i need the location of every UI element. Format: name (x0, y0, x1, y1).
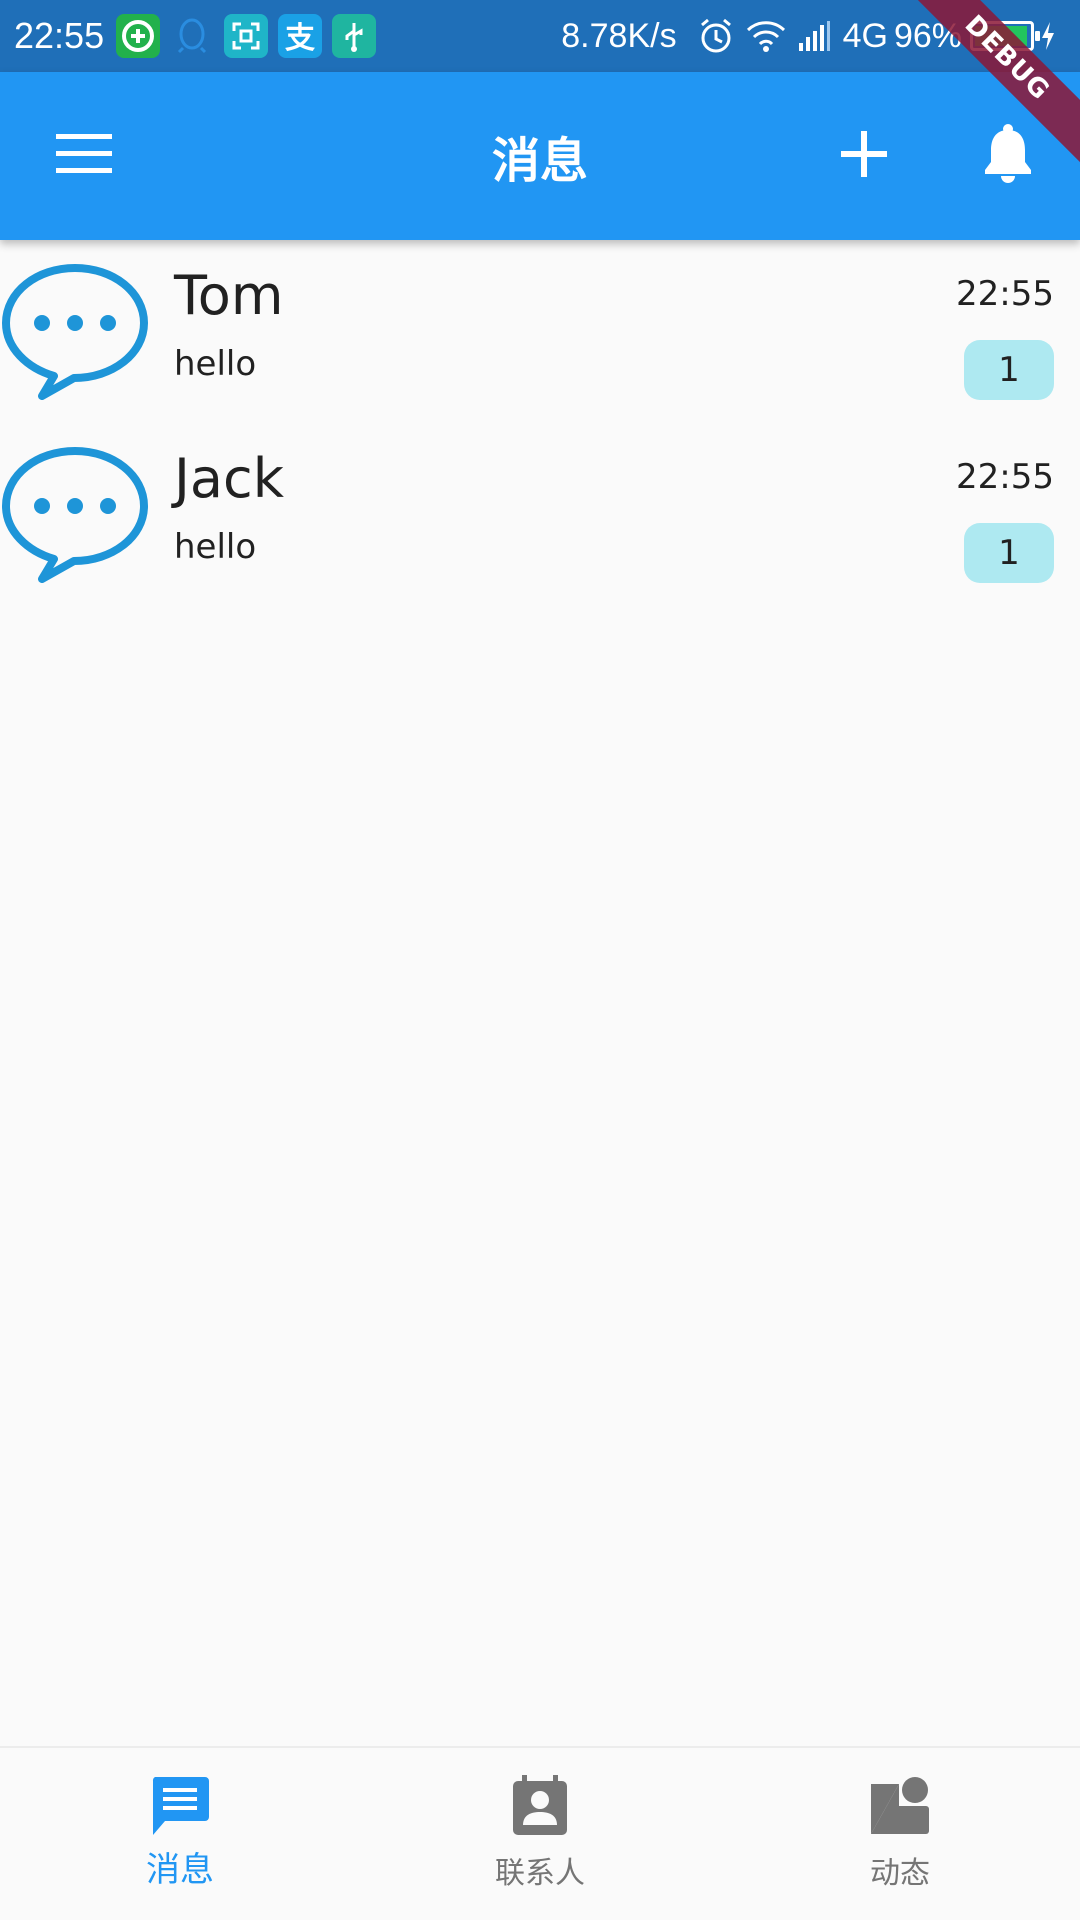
nav-item-contacts[interactable]: 联系人 (360, 1748, 720, 1920)
message-preview: hello (174, 527, 257, 567)
nav-item-messages[interactable]: 消息 (0, 1748, 360, 1920)
status-bar: 22:55 支 8.78K/s 4G 96% (0, 0, 1080, 72)
usb-icon (332, 14, 377, 58)
message-icon (148, 1774, 212, 1838)
net-speed: 8.78K/s (561, 16, 677, 55)
bottom-navigation: 消息 联系人 动态 (0, 1746, 1080, 1920)
scan-icon (224, 14, 269, 58)
bell-icon (982, 124, 1034, 188)
page-title: 消息 (491, 133, 588, 189)
alipay-icon: 支 (278, 14, 323, 58)
nav-label: 消息 (146, 1850, 214, 1890)
signal-icon (797, 19, 833, 53)
alarm-icon (697, 17, 735, 55)
conversation-row-tom[interactable]: Tom hello 22:55 1 (0, 240, 1080, 423)
notifications-button[interactable] (962, 110, 1054, 202)
screen: 22:55 支 8.78K/s 4G 96% DEBUG 消息 Tom hell… (0, 0, 1080, 1920)
wifi-icon (745, 19, 787, 53)
add-icon (841, 131, 887, 181)
contact-name: Tom (174, 264, 284, 327)
chat-bubble-icon (2, 260, 148, 400)
svg-text:支: 支 (285, 21, 315, 54)
unread-badge: 1 (964, 523, 1054, 583)
nav-label: 动态 (870, 1856, 930, 1891)
chat-bubble-icon (2, 443, 148, 583)
contacts-icon (508, 1774, 572, 1838)
conversation-list: Tom hello 22:55 1 Jack hello 22:55 1 (0, 240, 1080, 606)
message-preview: hello (174, 344, 257, 384)
wechat-plus-icon (116, 14, 161, 58)
unread-badge: 1 (964, 340, 1054, 400)
nav-label: 联系人 (495, 1856, 585, 1891)
status-time: 22:55 (14, 15, 105, 56)
charging-icon (1040, 21, 1056, 51)
add-button[interactable] (818, 110, 910, 202)
message-time: 22:55 (956, 457, 1054, 497)
contact-name: Jack (174, 447, 284, 510)
conversation-row-jack[interactable]: Jack hello 22:55 1 (0, 423, 1080, 606)
moments-icon (868, 1774, 932, 1838)
network-type: 4G (842, 16, 888, 55)
app-bar: 消息 (0, 72, 1080, 240)
nav-item-moments[interactable]: 动态 (720, 1748, 1080, 1920)
message-time: 22:55 (956, 274, 1054, 314)
qq-icon (170, 14, 214, 58)
